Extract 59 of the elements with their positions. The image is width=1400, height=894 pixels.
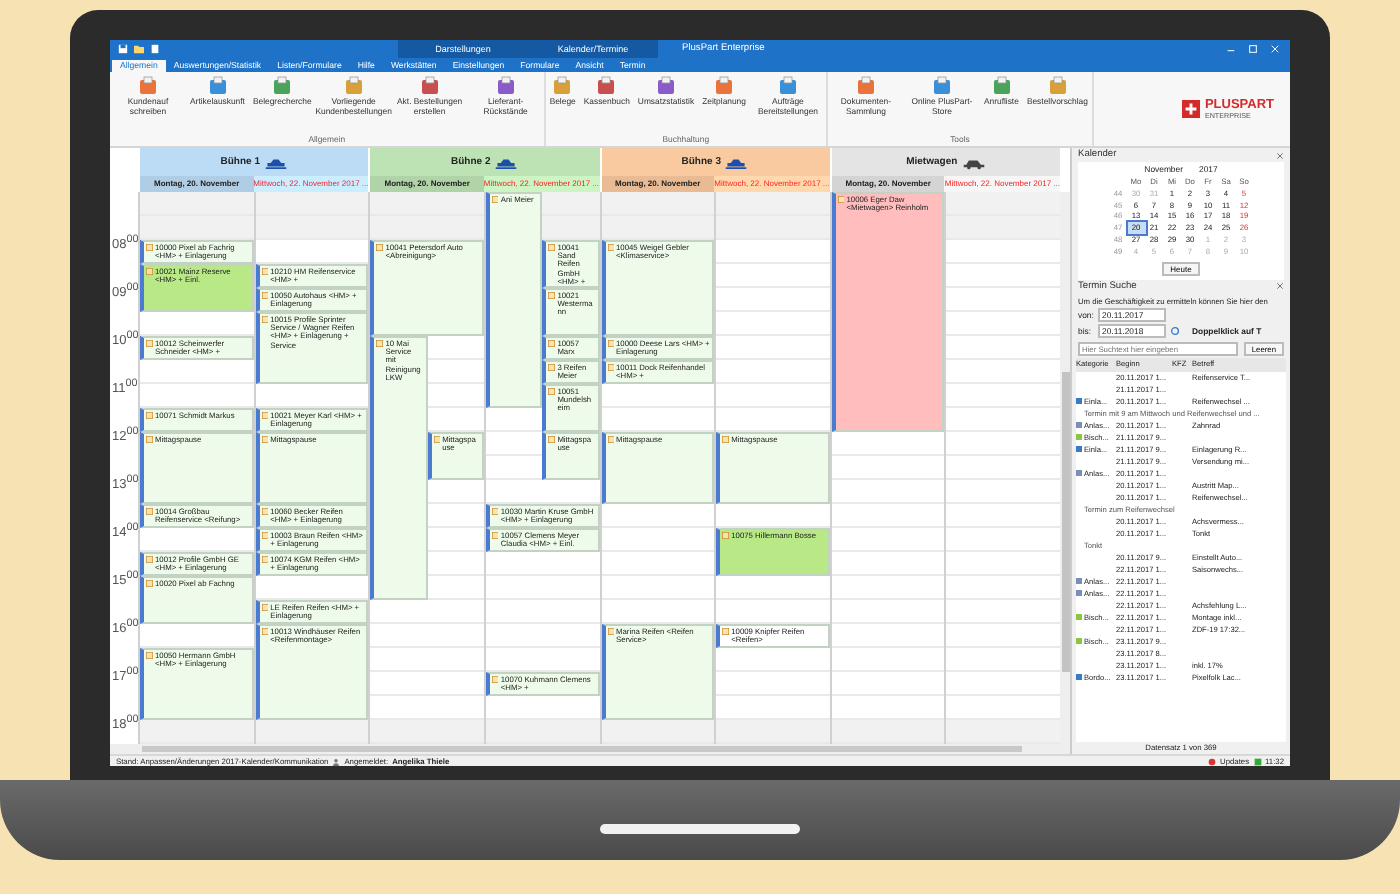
calendar-icon xyxy=(722,436,730,443)
folder-icon[interactable] xyxy=(134,44,144,54)
calendar-icon xyxy=(146,436,153,443)
calendar-icon xyxy=(146,268,153,275)
calendar-icon xyxy=(261,508,269,515)
calendar-icon xyxy=(722,532,730,539)
calendar-icon xyxy=(607,340,614,347)
car-lift-icon xyxy=(494,155,519,169)
calendar-icon xyxy=(261,532,269,539)
cross-logo-icon xyxy=(1182,100,1201,118)
car-icon xyxy=(961,155,986,169)
calendar-icon xyxy=(548,244,556,251)
calendar-icon xyxy=(491,508,499,515)
calendar-icon xyxy=(491,676,499,683)
document-icon[interactable] xyxy=(150,44,160,54)
calendar-icon xyxy=(146,340,153,347)
calendar-icon xyxy=(146,580,153,587)
calendar-icon xyxy=(548,340,556,347)
calendar-icon xyxy=(146,244,153,251)
maximize-icon[interactable] xyxy=(1248,44,1258,54)
car-lift-icon xyxy=(263,155,288,169)
calendar-icon xyxy=(261,436,269,443)
calendar-icon xyxy=(548,292,556,299)
calendar-icon xyxy=(491,532,499,539)
calendar-icon xyxy=(548,436,556,443)
calendar-icon xyxy=(146,508,153,515)
close-icon[interactable] xyxy=(1276,151,1284,159)
calendar-icon xyxy=(607,436,614,443)
calendar-icon xyxy=(607,364,614,371)
calendar-icon xyxy=(376,340,384,347)
calendar-icon xyxy=(837,196,845,203)
calendar-icon xyxy=(261,556,269,563)
calendar-icon xyxy=(146,556,153,563)
calendar-icon xyxy=(548,388,556,395)
calendar-icon xyxy=(261,628,269,635)
minimize-icon[interactable] xyxy=(1226,44,1236,54)
calendar-icon xyxy=(722,628,730,635)
calendar-icon xyxy=(261,292,269,299)
car-lift-icon xyxy=(724,155,749,169)
calendar-icon xyxy=(261,604,269,611)
calendar-icon xyxy=(376,244,384,251)
calendar-icon xyxy=(548,364,556,371)
user-icon xyxy=(332,757,341,765)
clock-icon xyxy=(1253,757,1262,765)
calendar-icon xyxy=(261,412,269,419)
calendar-icon xyxy=(607,244,614,251)
calendar-icon xyxy=(261,316,269,323)
close-icon[interactable] xyxy=(1276,282,1284,291)
calendar-icon xyxy=(491,196,499,203)
calendar-icon xyxy=(146,652,153,659)
refresh-icon[interactable] xyxy=(1170,326,1180,337)
vertical-scrollbar[interactable] xyxy=(1060,192,1070,744)
horizontal-scrollbar[interactable] xyxy=(110,744,1070,754)
alert-icon xyxy=(1208,757,1217,765)
calendar-icon xyxy=(146,412,153,419)
calendar-icon xyxy=(261,268,269,275)
calendar-icon xyxy=(433,436,441,443)
save-icon[interactable] xyxy=(118,44,128,54)
calendar-icon xyxy=(607,628,614,635)
